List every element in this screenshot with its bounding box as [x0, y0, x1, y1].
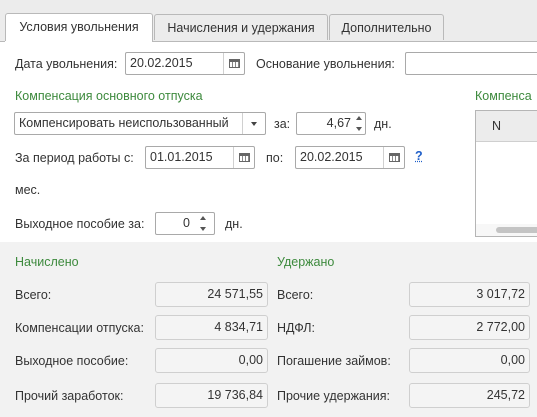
compensation-table[interactable]: N: [475, 110, 537, 237]
tab-accruals-deductions[interactable]: Начисления и удержания: [154, 14, 328, 40]
withheld-ndfl-value: 2 772,00: [409, 315, 530, 340]
compensation-for-label: за:: [274, 117, 291, 131]
chevron-down-icon[interactable]: [242, 113, 265, 134]
accrued-severance-value: 0,00: [155, 348, 268, 373]
tab-additional[interactable]: Дополнительно: [329, 14, 444, 40]
period-from-value: 01.01.2015: [150, 150, 213, 164]
accrued-total-label: Всего:: [15, 288, 52, 302]
period-to-label: по:: [266, 151, 284, 165]
severance-days-field[interactable]: 0: [155, 212, 215, 235]
compensation-table-title: Компенса: [475, 89, 532, 103]
dismissal-date-label: Дата увольнения:: [15, 57, 118, 71]
horizontal-scrollbar[interactable]: [476, 224, 537, 236]
accrued-vacation-value: 4 834,71: [155, 315, 268, 340]
accrued-severance-label: Выходное пособие:: [15, 354, 129, 368]
active-tab-joint: [5, 41, 152, 43]
help-link[interactable]: ?: [415, 149, 423, 163]
dismissal-date-field[interactable]: 20.02.2015: [125, 52, 245, 75]
withheld-loans-label: Погашение займов:: [277, 354, 391, 368]
compensation-mode-select[interactable]: Компенсировать неиспользованный: [14, 112, 266, 135]
withheld-total-value: 3 017,72: [409, 282, 530, 307]
withheld-ndfl-label: НДФЛ:: [277, 321, 315, 335]
accrued-other-label: Прочий заработок:: [15, 389, 124, 403]
dismissal-basis-field[interactable]: [405, 52, 537, 75]
spinner-arrows-icon[interactable]: [198, 214, 208, 233]
withheld-loans-value: 0,00: [409, 348, 530, 373]
period-to-field[interactable]: 20.02.2015: [295, 146, 405, 169]
accrued-other-value: 19 736,84: [155, 383, 268, 408]
withheld-title: Удержано: [277, 255, 335, 269]
compensation-days-field[interactable]: 4,67: [296, 112, 366, 135]
dismissal-basis-label: Основание увольнения:: [256, 57, 395, 71]
severance-days-value: 0: [183, 216, 190, 230]
compensation-section-title: Компенсация основного отпуска: [15, 89, 203, 103]
spinner-arrows-icon[interactable]: [354, 114, 364, 133]
accrued-total-value: 24 571,55: [155, 282, 268, 307]
accrued-vacation-label: Компенсации отпуска:: [15, 321, 144, 335]
dismissal-date-value: 20.02.2015: [130, 56, 193, 70]
accrued-title: Начислено: [15, 255, 79, 269]
calendar-icon[interactable]: [383, 147, 404, 168]
compensation-days-value: 4,67: [326, 116, 351, 130]
severance-unit: дн.: [225, 217, 243, 231]
period-from-label: За период работы с:: [15, 151, 134, 165]
withheld-other-value: 245,72: [409, 383, 530, 408]
calendar-icon[interactable]: [233, 147, 254, 168]
calendar-icon[interactable]: [223, 53, 244, 74]
column-n-header[interactable]: N: [492, 119, 501, 133]
withheld-other-label: Прочие удержания:: [277, 389, 391, 403]
months-label: мес.: [15, 183, 41, 197]
scrollbar-thumb[interactable]: [496, 227, 537, 233]
severance-label: Выходное пособие за:: [15, 217, 145, 231]
withheld-total-label: Всего:: [277, 288, 314, 302]
compensation-days-unit: дн.: [374, 117, 392, 131]
table-header: N: [476, 111, 537, 142]
tab-dismissal-conditions[interactable]: Условия увольнения: [5, 13, 153, 42]
compensation-mode-value: Компенсировать неиспользованный: [19, 116, 229, 130]
period-from-field[interactable]: 01.01.2015: [145, 146, 255, 169]
period-to-value: 20.02.2015: [300, 150, 363, 164]
